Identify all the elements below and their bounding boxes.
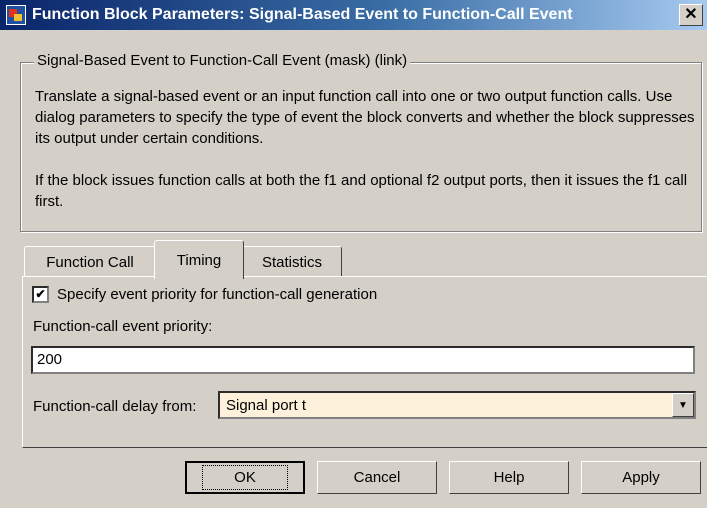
delay-select[interactable]: Signal port t ▼: [218, 391, 696, 419]
tab-statistics[interactable]: Statistics: [242, 246, 342, 278]
cancel-button-label: Cancel: [353, 469, 401, 486]
description-paragraph-2: If the block issues function calls at bo…: [35, 172, 688, 210]
block-description: Translate a signal-based event or an inp…: [35, 86, 695, 233]
priority-checkbox-row[interactable]: ✔ Specify event priority for function-ca…: [32, 286, 377, 303]
ok-button[interactable]: OK: [185, 461, 305, 494]
help-button[interactable]: Help: [449, 461, 569, 494]
priority-checkbox[interactable]: ✔: [32, 286, 49, 303]
description-paragraph-1: Translate a signal-based event or an inp…: [35, 88, 695, 147]
help-button-label: Help: [493, 469, 525, 486]
apply-button[interactable]: Apply: [581, 461, 701, 494]
title-bar[interactable]: Function Block Parameters: Signal-Based …: [0, 0, 707, 30]
cancel-button[interactable]: Cancel: [317, 461, 437, 494]
delay-select-value: Signal port t: [226, 396, 307, 414]
ok-button-label: OK: [202, 465, 288, 490]
close-button[interactable]: ✕: [679, 4, 703, 26]
priority-input[interactable]: 200: [31, 346, 695, 374]
delay-label: Function-call delay from:: [33, 398, 197, 415]
priority-checkbox-label: Specify event priority for function-call…: [57, 286, 378, 303]
simulink-block-icon: [6, 5, 26, 25]
apply-button-label: Apply: [622, 469, 660, 486]
group-title: Signal-Based Event to Function-Call Even…: [34, 52, 411, 69]
window-title: Function Block Parameters: Signal-Based …: [32, 6, 573, 23]
tab-function-call[interactable]: Function Call: [24, 246, 156, 278]
tab-timing[interactable]: Timing: [154, 240, 244, 279]
chevron-down-icon[interactable]: ▼: [672, 393, 694, 417]
priority-label: Function-call event priority:: [33, 318, 213, 335]
